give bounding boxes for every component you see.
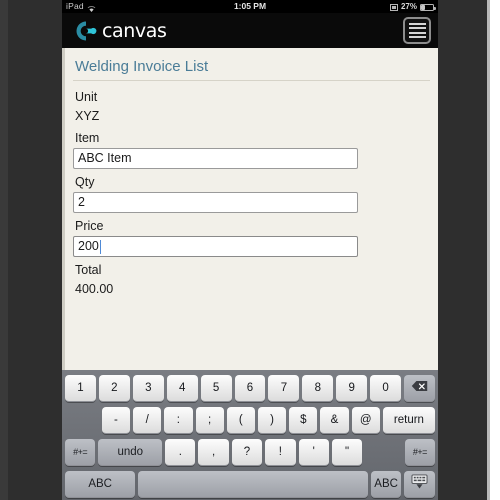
key-hyphen[interactable]: -	[101, 406, 131, 434]
battery-percent: 27%	[400, 2, 417, 11]
on-screen-keyboard: 1 2 3 4 5 6 7 8 9 0 - /: ; () $ & @ re…	[62, 370, 438, 500]
key-2[interactable]: 2	[98, 374, 130, 402]
key-8[interactable]: 8	[302, 374, 334, 402]
key-symbols-right[interactable]: #+=	[404, 438, 436, 466]
key-colon[interactable]: :	[164, 406, 193, 434]
key-at[interactable]: @	[351, 406, 380, 434]
bezel-left-edge	[0, 0, 8, 500]
keyboard-row-bottom: ABC ABC	[65, 469, 435, 499]
key-paren-open[interactable]: (	[226, 406, 255, 434]
key-quote[interactable]: "	[331, 438, 363, 466]
key-question[interactable]: ?	[231, 438, 263, 466]
hide-keyboard-icon	[410, 474, 429, 493]
key-abc-left[interactable]: ABC	[65, 470, 136, 498]
key-backspace[interactable]	[404, 374, 435, 402]
field-qty: Qty 2	[73, 171, 430, 213]
key-1[interactable]: 1	[65, 374, 96, 402]
canvas-logo-icon	[73, 19, 99, 43]
key-return[interactable]: return	[382, 406, 436, 434]
key-ampersand[interactable]: &	[320, 406, 349, 434]
key-semicolon[interactable]: ;	[195, 406, 224, 434]
field-value-total: 400.00	[75, 282, 114, 296]
qty-input-value: 2	[78, 195, 85, 209]
keyboard-row-symbols-2: #+= undo . , ? ! ' " #+=	[65, 437, 436, 467]
field-value-unit: XYZ	[75, 109, 100, 123]
bezel-right-edge	[490, 0, 500, 500]
key-4[interactable]: 4	[166, 374, 198, 402]
key-3[interactable]: 3	[132, 374, 164, 402]
key-undo[interactable]: undo	[98, 438, 163, 466]
key-paren-close[interactable]: )	[257, 406, 287, 434]
field-label-unit: Unit	[75, 90, 98, 104]
item-input[interactable]: ABC Item	[73, 148, 358, 169]
item-input-value: ABC Item	[78, 151, 132, 165]
status-bar: iPad 1:05 PM 27%	[62, 0, 438, 13]
key-apostrophe[interactable]: '	[298, 438, 329, 466]
key-0[interactable]: 0	[370, 374, 402, 402]
key-5[interactable]: 5	[200, 374, 232, 402]
key-symbols-left[interactable]: #+=	[65, 438, 96, 466]
app-logo-text: canvas	[102, 19, 167, 42]
battery-icon	[420, 4, 436, 11]
keyboard-row-numbers: 1 2 3 4 5 6 7 8 9 0	[65, 373, 435, 403]
key-comma[interactable]: ,	[198, 438, 229, 466]
device-viewport: iPad 1:05 PM 27% canvas Welding Invoice …	[62, 0, 438, 500]
status-bar-right: 27%	[389, 0, 436, 13]
hamburger-menu-icon[interactable]	[403, 17, 431, 44]
backspace-icon	[411, 380, 428, 395]
screenshot-root: iPad 1:05 PM 27% canvas Welding Invoice …	[0, 0, 500, 500]
key-dollar[interactable]: $	[289, 406, 318, 434]
key-slash[interactable]: /	[133, 406, 162, 434]
field-unit: Unit XYZ	[73, 86, 430, 127]
form-content: Welding Invoice List Unit XYZ Item ABC I…	[65, 56, 438, 300]
field-total: Total 400.00	[73, 259, 430, 300]
qty-input[interactable]: 2	[73, 192, 358, 213]
field-label-item: Item	[75, 131, 100, 145]
key-period[interactable]: .	[165, 438, 196, 466]
page-title: Welding Invoice List	[73, 56, 430, 81]
status-bar-time: 1:05 PM	[233, 1, 267, 11]
price-input-value: 200	[78, 239, 99, 253]
app-header: canvas	[62, 13, 438, 48]
field-label-qty: Qty	[75, 175, 95, 189]
price-input[interactable]: 200	[73, 236, 358, 257]
field-price: Price 200	[73, 215, 430, 257]
key-hide-keyboard[interactable]	[404, 470, 435, 498]
sync-icon	[389, 4, 398, 11]
text-cursor	[99, 239, 102, 254]
key-exclamation[interactable]: !	[265, 438, 296, 466]
key-7[interactable]: 7	[268, 374, 300, 402]
form-panel: Welding Invoice List Unit XYZ Item ABC I…	[62, 48, 438, 370]
key-6[interactable]: 6	[234, 374, 266, 402]
field-label-price: Price	[75, 219, 104, 233]
key-space[interactable]	[138, 470, 368, 498]
key-abc-right[interactable]: ABC	[370, 470, 402, 498]
app-logo: canvas	[73, 19, 167, 43]
key-9[interactable]: 9	[336, 374, 368, 402]
field-label-total: Total	[75, 263, 102, 277]
field-item: Item ABC Item	[73, 127, 430, 169]
keyboard-row-symbols-1: - / : ; ( ) $ & @ return	[65, 405, 436, 435]
